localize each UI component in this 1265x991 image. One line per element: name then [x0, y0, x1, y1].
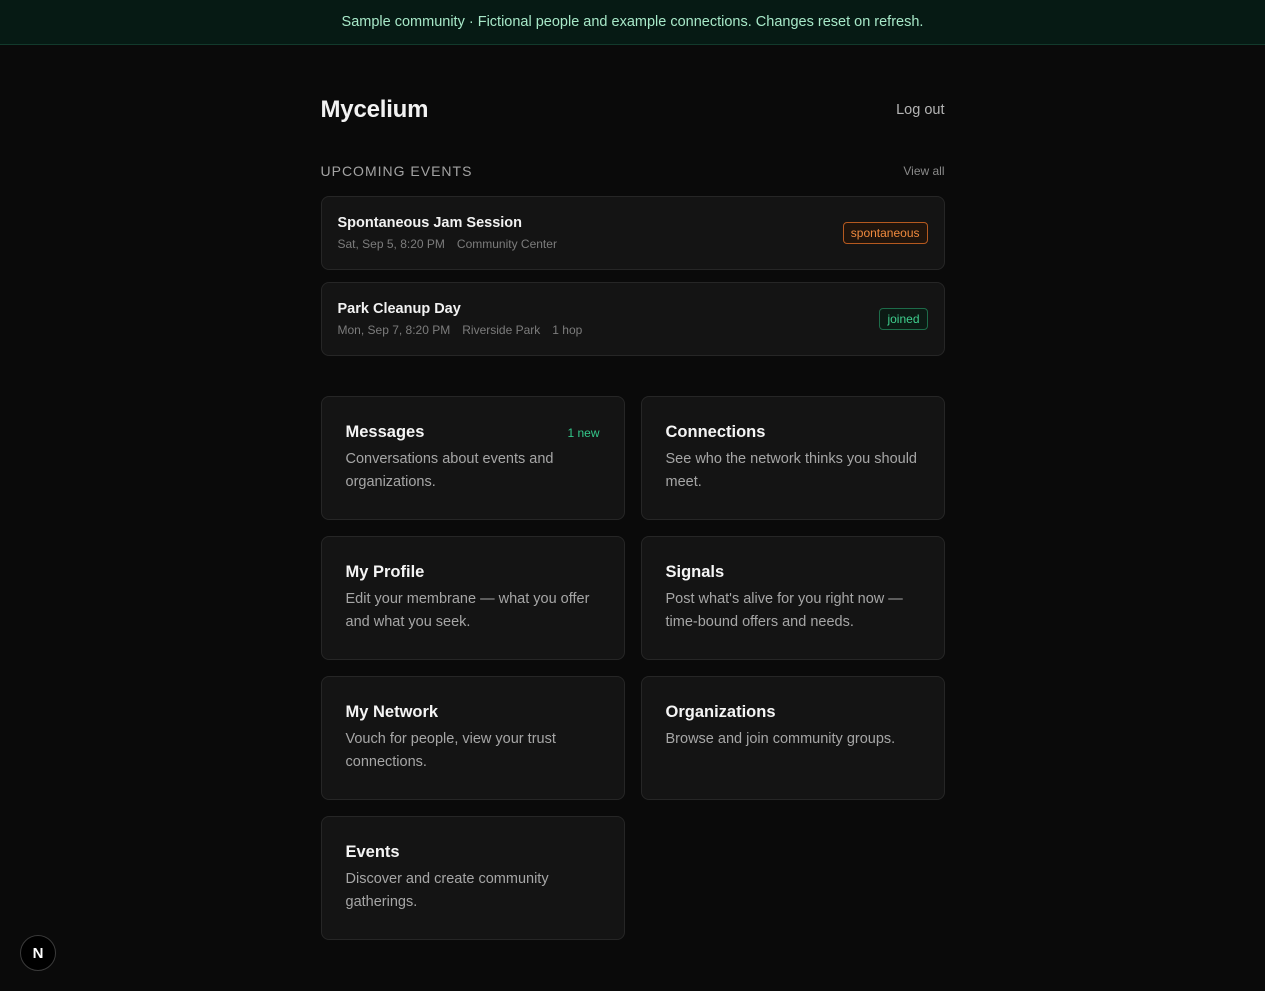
app-header: Mycelium Log out	[321, 95, 945, 125]
logout-button[interactable]: Log out	[896, 102, 944, 118]
connections-card[interactable]: Connections See who the network thinks y…	[640, 396, 945, 520]
card-description: Vouch for people, view your trust connec…	[345, 731, 556, 770]
card-description: Discover and create community gatherings…	[345, 871, 549, 910]
event-location: Community Center	[456, 237, 557, 251]
card-title: Messages	[345, 423, 425, 441]
section-title: UPCOMING EVENTS	[320, 163, 473, 179]
card-title: My Profile	[345, 563, 425, 581]
my-network-card[interactable]: My Network Vouch for people, view your t…	[320, 676, 625, 800]
messages-card[interactable]: Messages 1 new Conversations about event…	[320, 396, 625, 520]
demo-banner-text: Sample community · Fictional people and …	[341, 14, 924, 30]
card-description: Post what's alive for you right now — ti…	[665, 591, 903, 630]
signals-card[interactable]: Signals Post what's alive for you right …	[640, 536, 945, 660]
card-description: Edit your membrane — what you offer and …	[345, 591, 590, 630]
card-title: Connections	[665, 423, 766, 441]
card-description: See who the network thinks you should me…	[665, 451, 917, 490]
demo-banner: Sample community · Fictional people and …	[0, 0, 1265, 45]
card-description: Conversations about events and organizat…	[345, 451, 554, 490]
brand-title: Mycelium	[320, 96, 429, 123]
event-name: Park Cleanup Day	[337, 301, 461, 317]
event-list: Spontaneous Jam Session Sat, Sep 5, 8:20…	[320, 196, 945, 356]
upcoming-events-header: UPCOMING EVENTS View all	[321, 161, 945, 181]
card-title: Events	[345, 843, 400, 861]
nextjs-logo-icon: N	[32, 944, 44, 962]
events-card[interactable]: Events Discover and create community gat…	[320, 816, 625, 940]
card-title: Signals	[665, 563, 725, 581]
dev-tools-badge[interactable]: N	[20, 935, 56, 971]
organizations-card[interactable]: Organizations Browse and join community …	[640, 676, 945, 800]
view-all-link[interactable]: View all	[903, 164, 944, 178]
new-count-badge: 1 new	[567, 425, 600, 440]
card-title: Organizations	[665, 703, 776, 721]
my-profile-card[interactable]: My Profile Edit your membrane — what you…	[320, 536, 625, 660]
event-name: Spontaneous Jam Session	[337, 215, 523, 231]
event-card[interactable]: Park Cleanup Day Mon, Sep 7, 8:20 PM Riv…	[320, 282, 945, 356]
event-date: Sat, Sep 5, 8:20 PM	[337, 237, 445, 251]
event-status-badge: spontaneous	[842, 222, 928, 244]
card-description: Browse and join community groups.	[665, 731, 896, 747]
dashboard-main: Mycelium Log out UPCOMING EVENTS View al…	[320, 95, 945, 940]
event-location: Riverside Park	[462, 323, 541, 337]
card-title: My Network	[345, 703, 439, 721]
navigation-cards-grid: Messages 1 new Conversations about event…	[320, 396, 945, 940]
event-date: Mon, Sep 7, 8:20 PM	[337, 323, 451, 337]
event-status-badge: joined	[879, 308, 928, 330]
event-card[interactable]: Spontaneous Jam Session Sat, Sep 5, 8:20…	[320, 196, 945, 270]
event-distance: 1 hop	[552, 323, 583, 337]
